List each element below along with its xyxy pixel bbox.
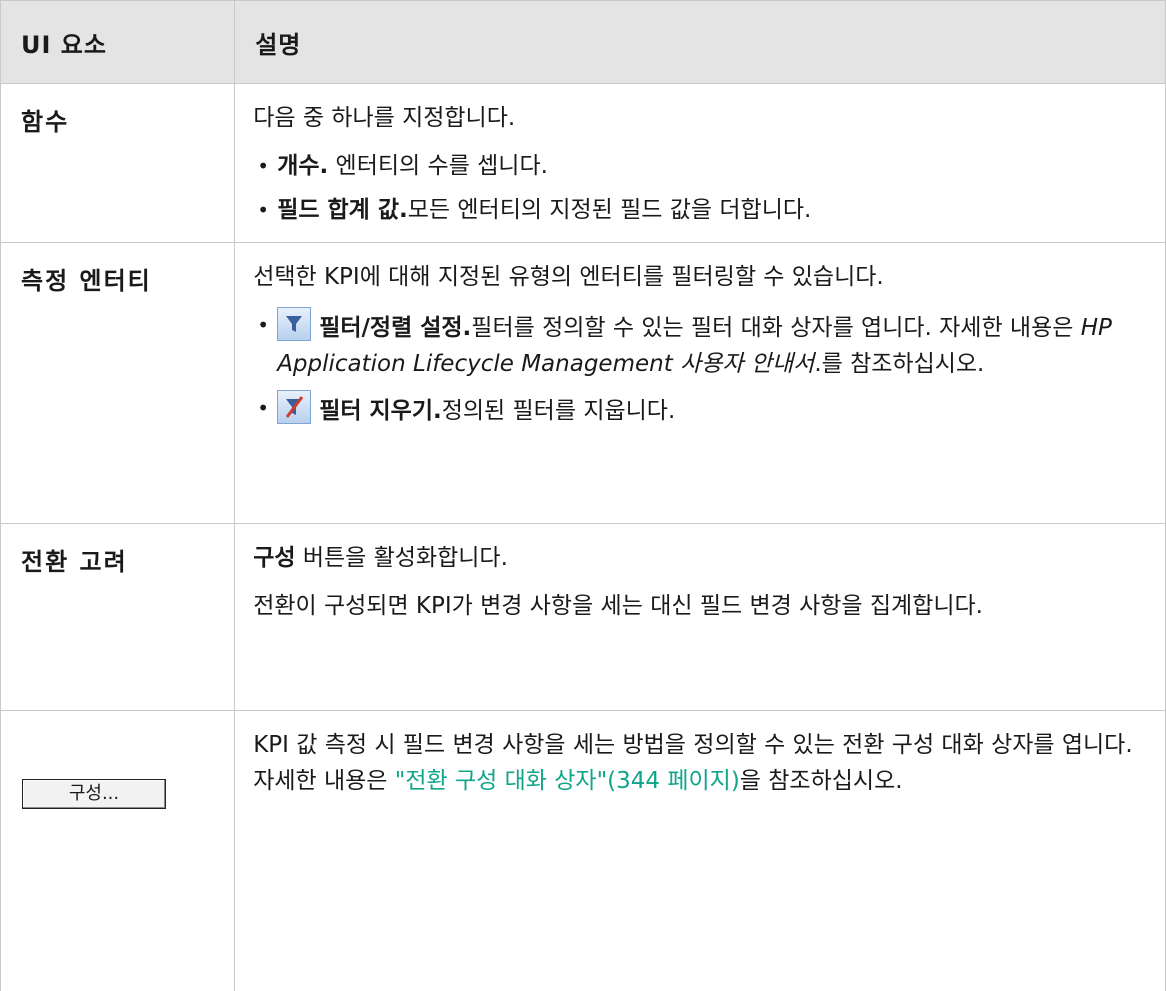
table-row: 전환 고려 구성 버튼을 활성화합니다. 전환이 구성되면 KPI가 변경 사항… bbox=[1, 524, 1166, 711]
list-item: 필터 지우기.정의된 필터를 지웁니다. bbox=[253, 390, 1149, 429]
description-intro: 다음 중 하나를 지정합니다. bbox=[253, 100, 1149, 136]
description-cell: 다음 중 하나를 지정합니다. 개수. 엔터티의 수를 셉니다. 필드 합계 값… bbox=[235, 84, 1166, 243]
list-item: 필터/정렬 설정.필터를 정의할 수 있는 필터 대화 상자를 엽니다. 자세한… bbox=[253, 307, 1149, 382]
option-name: 필터/정렬 설정. bbox=[319, 315, 471, 341]
option-name: 필드 합계 값. bbox=[277, 197, 408, 223]
transition-config-link[interactable]: "전환 구성 대화 상자"(344 페이지) bbox=[395, 768, 740, 794]
description-cell: 구성 버튼을 활성화합니다. 전환이 구성되면 KPI가 변경 사항을 세는 대… bbox=[235, 524, 1166, 711]
option-description: 모든 엔터티의 지정된 필드 값을 더합니다. bbox=[408, 197, 812, 223]
filter-sort-icon[interactable] bbox=[277, 307, 311, 341]
clear-filter-icon[interactable] bbox=[277, 390, 311, 424]
list-item: 필드 합계 값.모든 엔터티의 지정된 필드 값을 더합니다. bbox=[253, 192, 1149, 228]
list-item: 개수. 엔터티의 수를 셉니다. bbox=[253, 148, 1149, 184]
table-header-row: UI 요소 설명 bbox=[1, 1, 1166, 84]
description-cell: KPI 값 측정 시 필드 변경 사항을 세는 방법을 정의할 수 있는 전환 … bbox=[235, 711, 1166, 991]
column-header-ui-element: UI 요소 bbox=[1, 1, 235, 84]
ui-element-consider-transitions: 전환 고려 bbox=[1, 524, 235, 711]
option-description: 엔터티의 수를 셉니다. bbox=[328, 153, 548, 179]
bullet-list: 필터/정렬 설정.필터를 정의할 수 있는 필터 대화 상자를 엽니다. 자세한… bbox=[253, 307, 1149, 429]
ui-element-function: 함수 bbox=[1, 84, 235, 243]
table-row: 함수 다음 중 하나를 지정합니다. 개수. 엔터티의 수를 셉니다. 필드 합… bbox=[1, 84, 1166, 243]
description-paragraph: KPI 값 측정 시 필드 변경 사항을 세는 방법을 정의할 수 있는 전환 … bbox=[253, 727, 1149, 799]
description-text-end: 을 참조하십시오. bbox=[740, 768, 903, 794]
option-description-end: .를 참조하십시오. bbox=[814, 351, 984, 377]
bullet-list: 개수. 엔터티의 수를 셉니다. 필드 합계 값.모든 엔터티의 지정된 필드 … bbox=[253, 148, 1149, 228]
table-row: 측정 엔터티 선택한 KPI에 대해 지정된 유형의 엔터티를 필터링할 수 있… bbox=[1, 243, 1166, 524]
ui-element-measured-entity: 측정 엔터티 bbox=[1, 243, 235, 524]
configure-button[interactable]: 구성... bbox=[22, 779, 166, 809]
table-row: 구성... KPI 값 측정 시 필드 변경 사항을 세는 방법을 정의할 수 … bbox=[1, 711, 1166, 991]
ui-element-cell: 구성... bbox=[1, 711, 235, 991]
description-paragraph: 구성 버튼을 활성화합니다. bbox=[253, 540, 1149, 576]
ui-elements-table: UI 요소 설명 함수 다음 중 하나를 지정합니다. 개수. 엔터티의 수를 … bbox=[0, 0, 1166, 991]
column-header-description: 설명 bbox=[235, 1, 1166, 84]
option-name: 필터 지우기. bbox=[319, 398, 442, 424]
description-text: 버튼을 활성화합니다. bbox=[296, 545, 508, 571]
description-intro: 선택한 KPI에 대해 지정된 유형의 엔터티를 필터링할 수 있습니다. bbox=[253, 259, 1149, 295]
description-cell: 선택한 KPI에 대해 지정된 유형의 엔터티를 필터링할 수 있습니다. 필터… bbox=[235, 243, 1166, 524]
option-name: 개수. bbox=[277, 153, 328, 179]
description-paragraph: 전환이 구성되면 KPI가 변경 사항을 세는 대신 필드 변경 사항을 집계합… bbox=[253, 588, 1149, 624]
configure-ref: 구성 bbox=[253, 545, 295, 571]
option-description: 정의된 필터를 지웁니다. bbox=[442, 398, 676, 424]
option-description: 필터를 정의할 수 있는 필터 대화 상자를 엽니다. 자세한 내용은 bbox=[471, 315, 1080, 341]
